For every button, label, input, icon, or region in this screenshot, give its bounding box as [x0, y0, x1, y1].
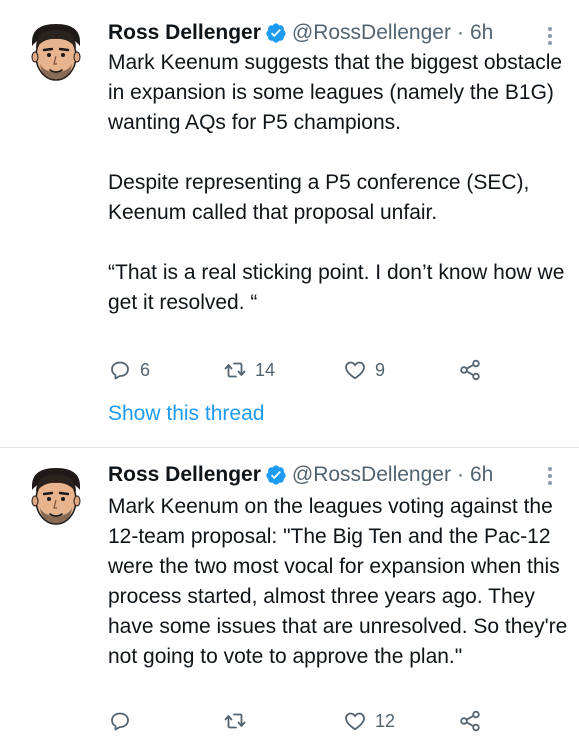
retweet-button[interactable]: 14	[223, 355, 275, 385]
like-button[interactable]: 9	[343, 355, 385, 385]
reply-count: 6	[140, 359, 151, 380]
tweet-header: Ross Dellenger @RossDellenger · 6h	[108, 18, 493, 48]
tweet-actions: 12	[108, 706, 538, 736]
like-button[interactable]: 12	[343, 706, 395, 736]
more-options-icon[interactable]	[540, 464, 560, 488]
retweet-button[interactable]	[223, 706, 255, 736]
reply-icon	[111, 712, 129, 731]
tweet-time[interactable]: 6h	[470, 21, 493, 45]
reply-button[interactable]	[108, 706, 140, 736]
reply-icon	[111, 361, 129, 380]
like-count: 9	[375, 359, 386, 380]
tweet-time[interactable]: 6h	[470, 463, 493, 487]
tweet-header: Ross Dellenger @RossDellenger · 6h	[108, 460, 493, 490]
tweet-text: Mark Keenum on the leagues voting agains…	[108, 492, 568, 672]
tweet-2[interactable]: Ross Dellenger @RossDellenger · 6h Mark …	[0, 448, 579, 750]
verified-badge-icon	[266, 465, 286, 485]
more-options-icon[interactable]	[540, 24, 560, 48]
share-button[interactable]	[458, 355, 482, 385]
author-handle[interactable]: @RossDellenger	[292, 21, 451, 45]
avatar[interactable]	[22, 20, 90, 88]
reply-button[interactable]: 6	[108, 355, 150, 385]
header-separator: ·	[456, 21, 464, 44]
share-button[interactable]	[458, 706, 482, 736]
tweet-paragraph: “That is a real sticking point. I don’t …	[108, 261, 565, 314]
heart-icon	[345, 712, 365, 731]
retweet-count: 14	[255, 359, 276, 380]
share-icon	[460, 359, 480, 381]
share-icon	[460, 710, 480, 732]
tweet-paragraph: Despite representing a P5 conference (SE…	[108, 171, 530, 224]
retweet-icon	[224, 713, 246, 729]
tweet-actions: 6 14 9	[108, 355, 538, 385]
tweet-1[interactable]: Ross Dellenger @RossDellenger · 6h Mark …	[0, 0, 579, 447]
like-count: 12	[375, 710, 396, 731]
verified-badge-icon	[266, 23, 286, 43]
avatar[interactable]	[22, 464, 90, 532]
heart-icon	[345, 361, 365, 380]
author-handle[interactable]: @RossDellenger	[292, 463, 451, 487]
tweet-paragraph: Mark Keenum on the leagues voting agains…	[108, 495, 568, 668]
tweet-paragraph: Mark Keenum suggests that the biggest ob…	[108, 51, 563, 134]
header-separator: ·	[456, 463, 464, 486]
author-name[interactable]: Ross Dellenger	[108, 21, 261, 45]
show-thread-link[interactable]: Show this thread	[108, 402, 264, 426]
author-name[interactable]: Ross Dellenger	[108, 463, 261, 487]
tweet-text: Mark Keenum suggests that the biggest ob…	[108, 48, 568, 318]
retweet-icon	[224, 362, 246, 378]
